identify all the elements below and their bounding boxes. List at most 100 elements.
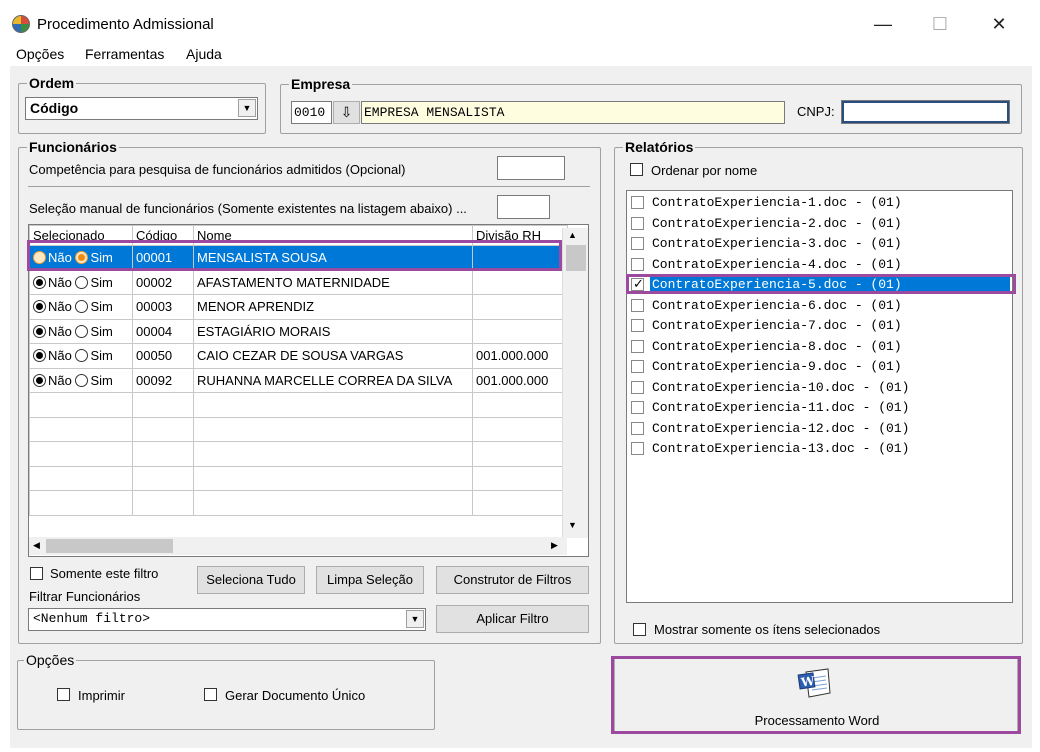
filtrar-label: Filtrar Funcionários	[29, 589, 141, 604]
radio-nao-label: Não	[48, 250, 72, 266]
report-checkbox[interactable]	[631, 298, 644, 312]
report-label: ContratoExperiencia-6.doc - (01)	[652, 297, 902, 313]
grid-vertical-scrollbar[interactable]: ▲ ▼	[562, 228, 588, 538]
report-checkbox[interactable]	[631, 380, 644, 394]
table-row[interactable]: Não Sim 00001 MENSALISTA SOUSA	[29, 245, 568, 271]
table-row[interactable]: Não Sim 00004 ESTAGIÁRIO MORAIS	[29, 318, 568, 344]
column-header-selecionado[interactable]: Selecionado	[29, 225, 133, 246]
construtor-filtros-button[interactable]: Construtor de Filtros	[436, 566, 589, 594]
nome-cell: MENSALISTA SOUSA	[193, 245, 473, 271]
empresa-lookup-button[interactable]: ⇩	[333, 101, 360, 124]
report-checkbox[interactable]	[631, 339, 644, 353]
ordem-select[interactable]: Código ▼	[25, 97, 258, 120]
minimize-button[interactable]: —	[860, 8, 906, 40]
limpa-selecao-button[interactable]: Limpa Seleção	[316, 566, 424, 594]
radio-sim-label: Sim	[90, 274, 113, 290]
close-button[interactable]: ✕	[976, 8, 1022, 40]
radio-sim[interactable]	[75, 251, 89, 265]
cnpj-label: CNPJ:	[797, 104, 835, 119]
table-header: Selecionado Código Nome Divisão RH	[29, 225, 568, 246]
table-row[interactable]: Não Sim 00002 AFASTAMENTO MATERNIDADE	[29, 269, 568, 295]
filtro-select[interactable]: <Nenhum filtro> ▼	[28, 608, 426, 631]
menu-ferramentas[interactable]: Ferramentas	[85, 46, 164, 62]
scroll-down-icon[interactable]: ▼	[568, 520, 577, 530]
scroll-thumb[interactable]	[46, 539, 173, 553]
report-checkbox[interactable]	[631, 216, 644, 230]
app-icon	[12, 15, 30, 33]
report-checkbox[interactable]	[631, 196, 644, 209]
cnpj-input[interactable]	[841, 100, 1010, 124]
report-checkbox[interactable]	[631, 276, 644, 292]
report-checkbox[interactable]	[631, 257, 644, 271]
column-header-codigo[interactable]: Código	[132, 225, 194, 246]
somente-filtro-checkbox[interactable]	[30, 567, 43, 580]
selection-cell: Não Sim	[29, 367, 133, 393]
radio-nao[interactable]	[33, 275, 46, 289]
title-bar: Procedimento Admissional — ☐ ✕	[0, 0, 1040, 48]
scroll-thumb[interactable]	[566, 245, 586, 271]
radio-nao[interactable]	[33, 300, 46, 314]
mostrar-selecionados-checkbox[interactable]	[633, 623, 646, 636]
table-row[interactable]: Não Sim 00050 CAIO CEZAR DE SOUSA VARGAS…	[29, 343, 568, 369]
codigo-cell: 00002	[132, 269, 194, 295]
selecao-manual-label: Seleção manual de funcionários (Somente …	[29, 201, 467, 216]
empty-row	[29, 392, 568, 418]
funcionarios-grid[interactable]: Selecionado Código Nome Divisão RH Não S…	[28, 224, 589, 557]
report-checkbox[interactable]	[631, 237, 644, 250]
empty-row	[29, 490, 568, 516]
column-header-divisao[interactable]: Divisão RH	[472, 225, 568, 246]
report-checkbox[interactable]	[631, 401, 644, 414]
radio-nao-label: Não	[48, 299, 72, 315]
table-row[interactable]: Não Sim 00003 MENOR APRENDIZ	[29, 294, 568, 320]
report-checkbox[interactable]	[631, 319, 644, 332]
selection-cell: Não Sim	[29, 343, 133, 369]
maximize-button[interactable]: ☐	[917, 8, 963, 40]
report-label: ContratoExperiencia-8.doc - (01)	[652, 338, 902, 354]
nome-cell: ESTAGIÁRIO MORAIS	[193, 318, 473, 344]
report-label: ContratoExperiencia-13.doc - (01)	[652, 441, 910, 456]
ordenar-nome-checkbox[interactable]	[630, 163, 643, 176]
radio-sim[interactable]	[75, 349, 89, 363]
aplicar-filtro-button[interactable]: Aplicar Filtro	[436, 605, 589, 633]
menu-opcoes[interactable]: Opções	[16, 46, 64, 62]
scroll-left-icon[interactable]: ◀	[33, 540, 40, 551]
column-header-nome[interactable]: Nome	[193, 225, 473, 246]
report-label: ContratoExperiencia-5.doc - (01)	[650, 277, 1010, 292]
table-row[interactable]: Não Sim 00092 RUHANNA MARCELLE CORREA DA…	[29, 367, 568, 393]
empresa-code-input[interactable]: 0010	[291, 101, 332, 124]
radio-nao-label: Não	[48, 348, 72, 364]
radio-sim[interactable]	[75, 373, 89, 387]
report-checkbox[interactable]	[631, 360, 644, 373]
radio-sim[interactable]	[75, 324, 89, 338]
divisao-cell: 001.000.000	[472, 343, 568, 369]
nome-cell: CAIO CEZAR DE SOUSA VARGAS	[193, 343, 473, 369]
competencia-input[interactable]	[497, 156, 565, 180]
grid-horizontal-scrollbar[interactable]: ◀ ▶	[29, 537, 567, 555]
scroll-up-icon[interactable]: ▲	[568, 230, 577, 240]
gerar-unico-checkbox[interactable]	[204, 688, 217, 701]
divisao-cell	[472, 269, 568, 295]
seleciona-tudo-button[interactable]: Seleciona Tudo	[197, 566, 305, 594]
report-checkbox[interactable]	[631, 421, 644, 435]
radio-nao[interactable]	[33, 349, 46, 363]
empty-row	[29, 441, 568, 467]
report-checkbox[interactable]	[631, 442, 644, 455]
ordem-title: Ordem	[27, 75, 77, 91]
radio-sim[interactable]	[75, 300, 89, 314]
relatorios-list[interactable]: ContratoExperiencia-1.doc - (01) Contrat…	[626, 190, 1013, 603]
selecao-manual-input[interactable]	[497, 195, 550, 219]
scroll-right-icon[interactable]: ▶	[551, 540, 558, 551]
somente-filtro-label: Somente este filtro	[50, 566, 159, 581]
radio-nao[interactable]	[33, 324, 46, 338]
radio-nao[interactable]	[33, 251, 46, 265]
chevron-down-icon[interactable]: ▼	[238, 99, 256, 117]
nome-cell: MENOR APRENDIZ	[193, 294, 473, 320]
chevron-down-icon[interactable]: ▼	[406, 610, 424, 628]
window-title: Procedimento Admissional	[37, 16, 214, 33]
radio-nao[interactable]	[33, 373, 46, 387]
menu-ajuda[interactable]: Ajuda	[186, 46, 222, 62]
radio-sim[interactable]	[75, 275, 89, 289]
imprimir-checkbox[interactable]	[57, 688, 70, 701]
codigo-cell: 00050	[132, 343, 194, 369]
competencia-label: Competência para pesquisa de funcionário…	[29, 162, 406, 177]
